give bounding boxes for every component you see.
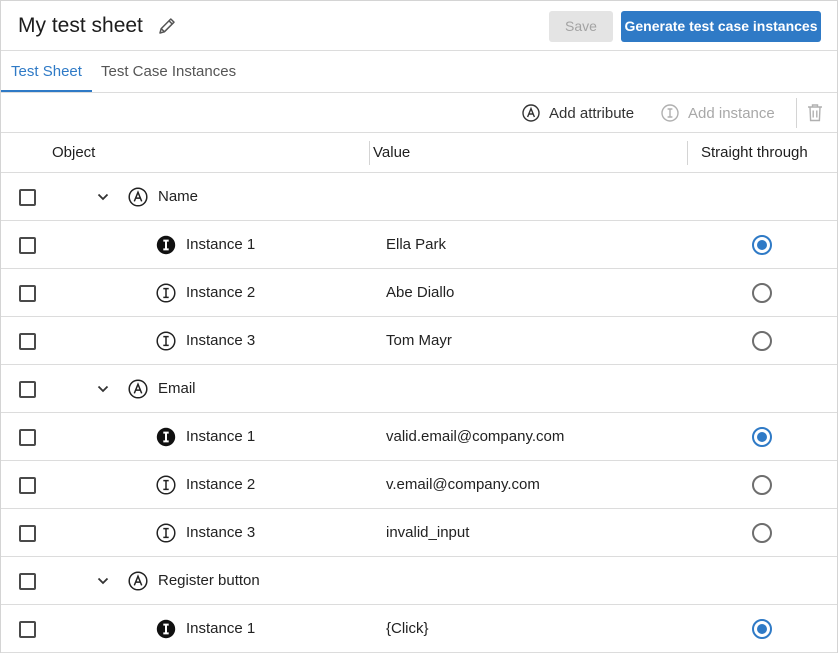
straight-through-radio[interactable]: [752, 283, 772, 303]
instance-label: Instance 1: [186, 236, 256, 253]
row-checkbox[interactable]: [19, 237, 36, 254]
add-attribute-label: Add attribute: [549, 104, 635, 122]
trash-icon[interactable]: [807, 103, 823, 122]
instance-row[interactable]: Instance 2 v.email@company.com: [1, 461, 837, 509]
row-checkbox[interactable]: [19, 189, 36, 206]
instance-label: Instance 1: [186, 620, 256, 637]
table-body: Name Instance 1 Ella Park Instance 2 Abe Dia…: [1, 173, 837, 653]
page-title: My test sheet: [18, 14, 143, 37]
instance-icon: [156, 331, 176, 351]
column-header-object: Object: [52, 144, 96, 161]
column-header-value: Value: [373, 144, 411, 161]
instance-label: Instance 3: [186, 524, 256, 541]
instance-row[interactable]: Instance 2 Abe Diallo: [1, 269, 837, 317]
instance-value[interactable]: v.email@company.com: [386, 461, 540, 509]
instance-value[interactable]: {Click}: [386, 605, 429, 653]
instance-row[interactable]: Instance 1 Ella Park: [1, 221, 837, 269]
test-sheet-window: My test sheet Save Generate test case in…: [0, 0, 838, 653]
straight-through-radio[interactable]: [752, 523, 772, 543]
generate-test-case-instances-button[interactable]: Generate test case instances: [621, 11, 821, 42]
row-checkbox[interactable]: [19, 429, 36, 446]
attribute-label: Name: [158, 188, 199, 205]
row-checkbox[interactable]: [19, 573, 36, 590]
instance-label: Instance 1: [186, 428, 256, 445]
straight-through-radio[interactable]: [752, 619, 772, 639]
save-button[interactable]: Save: [549, 11, 613, 42]
attribute-icon: [128, 571, 148, 591]
attribute-icon: [128, 379, 148, 399]
attribute-row[interactable]: Email: [1, 365, 837, 413]
toolbar: Add attribute Add instance: [1, 93, 837, 133]
add-instance-button[interactable]: Add instance: [661, 93, 775, 133]
straight-through-radio[interactable]: [752, 475, 772, 495]
instance-label: Instance 2: [186, 284, 256, 301]
tab-test-case-instances[interactable]: Test Case Instances: [101, 51, 236, 92]
instance-value[interactable]: Ella Park: [386, 221, 446, 269]
attribute-row[interactable]: Register button: [1, 557, 837, 605]
table-header: Object Value Straight through: [1, 133, 837, 173]
chevron-down-icon[interactable]: [96, 574, 110, 588]
instance-icon: [661, 104, 679, 122]
column-divider[interactable]: [369, 141, 370, 165]
row-checkbox[interactable]: [19, 285, 36, 302]
instance-value[interactable]: invalid_input: [386, 509, 469, 557]
row-checkbox[interactable]: [19, 525, 36, 542]
attribute-label: Email: [158, 380, 196, 397]
instance-label: Instance 2: [186, 476, 256, 493]
row-checkbox[interactable]: [19, 477, 36, 494]
attribute-icon: [522, 104, 540, 122]
toolbar-divider: [796, 98, 797, 128]
column-divider[interactable]: [687, 141, 688, 165]
instance-value[interactable]: Tom Mayr: [386, 317, 452, 365]
instance-filled-icon: [156, 427, 176, 447]
instance-label: Instance 3: [186, 332, 256, 349]
instance-icon: [156, 475, 176, 495]
instance-filled-icon: [156, 235, 176, 255]
instance-row[interactable]: Instance 1 {Click}: [1, 605, 837, 653]
tab-test-sheet[interactable]: Test Sheet: [1, 51, 92, 92]
attribute-label: Register button: [158, 572, 260, 589]
row-checkbox[interactable]: [19, 333, 36, 350]
instance-row[interactable]: Instance 3 Tom Mayr: [1, 317, 837, 365]
instance-row[interactable]: Instance 1 valid.email@company.com: [1, 413, 837, 461]
row-checkbox[interactable]: [19, 621, 36, 638]
instance-value[interactable]: valid.email@company.com: [386, 413, 564, 461]
chevron-down-icon[interactable]: [96, 190, 110, 204]
column-header-straight-through: Straight through: [701, 144, 808, 161]
straight-through-radio[interactable]: [752, 427, 772, 447]
header-bar: My test sheet Save Generate test case in…: [1, 1, 837, 51]
chevron-down-icon[interactable]: [96, 382, 110, 396]
instance-value[interactable]: Abe Diallo: [386, 269, 454, 317]
instance-row[interactable]: Instance 3 invalid_input: [1, 509, 837, 557]
instance-icon: [156, 283, 176, 303]
tab-bar: Test Sheet Test Case Instances: [1, 51, 837, 93]
pencil-edit-icon[interactable]: [157, 16, 177, 36]
add-attribute-button[interactable]: Add attribute: [522, 93, 634, 133]
instance-filled-icon: [156, 619, 176, 639]
straight-through-radio[interactable]: [752, 235, 772, 255]
attribute-icon: [128, 187, 148, 207]
attribute-row[interactable]: Name: [1, 173, 837, 221]
instance-icon: [156, 523, 176, 543]
row-checkbox[interactable]: [19, 381, 36, 398]
straight-through-radio[interactable]: [752, 331, 772, 351]
add-instance-label: Add instance: [688, 104, 775, 122]
